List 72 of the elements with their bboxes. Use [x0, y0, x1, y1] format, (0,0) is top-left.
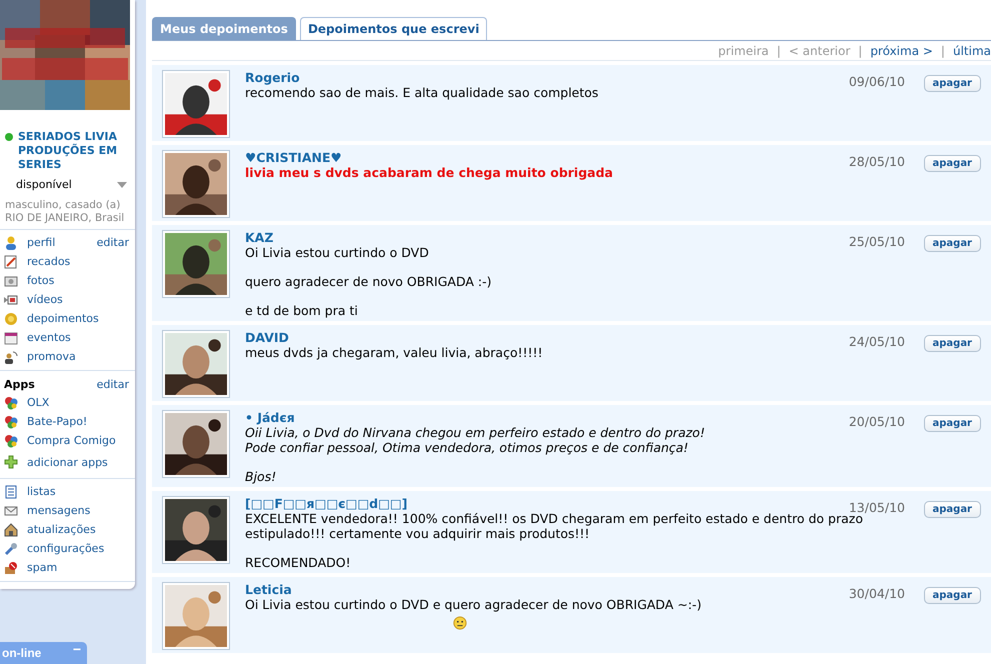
testimonial-text: recomendo sao de mais. E alta qualidade sao completos [245, 85, 600, 100]
testimonial-text: Oi Livia estou curtindo o DVD e quero agradecer de novo OBRIGADA ~:-) [245, 597, 702, 612]
author-link[interactable]: DAVID [245, 331, 289, 345]
menu-link[interactable]: Bate-Papo! [27, 415, 88, 428]
separator: | [940, 44, 945, 58]
camera-icon [4, 274, 18, 288]
author-link[interactable]: Leticia [245, 583, 292, 597]
testimonial-text: Oii Livia, o Dvd do Nirvana chegou em perfeiro estado e dentro do prazo! Pode confiar pessoal, Otima vendedora, otimos preços e de confiança! [245, 425, 706, 455]
menu-link[interactable]: OLX [27, 396, 50, 409]
delete-button[interactable]: apagar [924, 335, 981, 352]
menu-link[interactable]: recados [27, 255, 70, 268]
testimonial-text: RECOMENDADO! [245, 555, 352, 570]
video-icon [4, 292, 18, 306]
testimonial-text: quero agradecer de novo OBRIGADA :-) [245, 274, 492, 289]
caret-icon [117, 182, 127, 188]
envelope-icon [4, 504, 18, 518]
menu-link[interactable]: eventos [27, 331, 71, 344]
tab[interactable]: Depoimentos que escrevi [300, 17, 488, 40]
testimonial-text: Oi Livia estou curtindo o DVD [245, 245, 430, 260]
house-icon [4, 522, 18, 536]
author-link[interactable]: [□□F□□я□□є□□d□□] [245, 497, 408, 511]
testimonial-text: e td de bom pra ti [245, 303, 359, 318]
delete-button[interactable]: apagar [924, 235, 981, 252]
broadcast-icon [4, 350, 18, 364]
apps-heading: Apps [4, 378, 35, 391]
pager-link[interactable]: próxima > [870, 44, 933, 58]
menu-link[interactable]: perfil [27, 236, 56, 249]
wrench-icon [4, 542, 18, 556]
menu-link[interactable]: vídeos [27, 293, 63, 306]
separator: | [858, 44, 862, 58]
delete-button[interactable]: apagar [924, 501, 981, 518]
menu-link[interactable]: mensagens [27, 504, 90, 517]
edit-link[interactable]: editar [96, 378, 129, 391]
profile-name: SERIADOS LIVIA PRODUÇÕES EM SERIES [18, 130, 118, 172]
date: 28/05/10 [848, 154, 905, 169]
delete-button[interactable]: apagar [924, 155, 981, 172]
pager-link[interactable]: última [952, 44, 991, 58]
menu-link[interactable]: listas [27, 485, 56, 498]
edit-link[interactable]: editar [96, 236, 129, 249]
status-dropdown[interactable]: disponível [16, 178, 127, 191]
testimonial-text: meus dvds ja chegaram, valeu livia, abraço!!!!! [245, 345, 544, 360]
menu-link[interactable]: depoimentos [27, 312, 99, 325]
plus-icon [4, 455, 18, 469]
menu-link[interactable]: atualizações [27, 523, 96, 536]
date: 25/05/10 [848, 234, 905, 249]
menu-link[interactable]: configurações [27, 542, 104, 555]
person-icon [4, 236, 18, 250]
testimonial-text: livia meu s dvds acabaram de chega muito obrigada [245, 165, 614, 180]
menu-link[interactable]: adicionar apps [27, 456, 108, 468]
date: 20/05/10 [848, 414, 905, 429]
notepad-icon [4, 254, 18, 268]
menu-link[interactable]: spam [27, 561, 58, 574]
menu-link[interactable]: fotos [27, 274, 54, 287]
date: 30/04/10 [848, 586, 905, 601]
author-link[interactable]: Rogerio [245, 71, 300, 85]
spam-icon [4, 560, 18, 574]
author-link[interactable]: ♥CRISTIANE♥ [245, 151, 342, 165]
list-icon [4, 484, 18, 498]
menu-link[interactable]: promova [27, 350, 76, 363]
author-link[interactable]: • Jádєя [245, 411, 295, 425]
sun-icon [4, 312, 18, 326]
testimonial-text: Bjos! [245, 469, 278, 484]
calendar-icon [4, 330, 18, 344]
delete-button[interactable]: apagar [924, 587, 981, 604]
date: 09/06/10 [848, 74, 905, 89]
delete-button[interactable]: apagar [924, 415, 981, 432]
delete-button[interactable]: apagar [924, 75, 981, 92]
author-link[interactable]: KAZ [245, 231, 274, 245]
menu-link[interactable]: Compra Comigo [27, 434, 116, 447]
profile-details: masculino, casado (a) RIO DE JANEIRO, Brasil [4, 198, 126, 225]
separator: | [776, 44, 781, 58]
date: 24/05/10 [848, 334, 905, 349]
